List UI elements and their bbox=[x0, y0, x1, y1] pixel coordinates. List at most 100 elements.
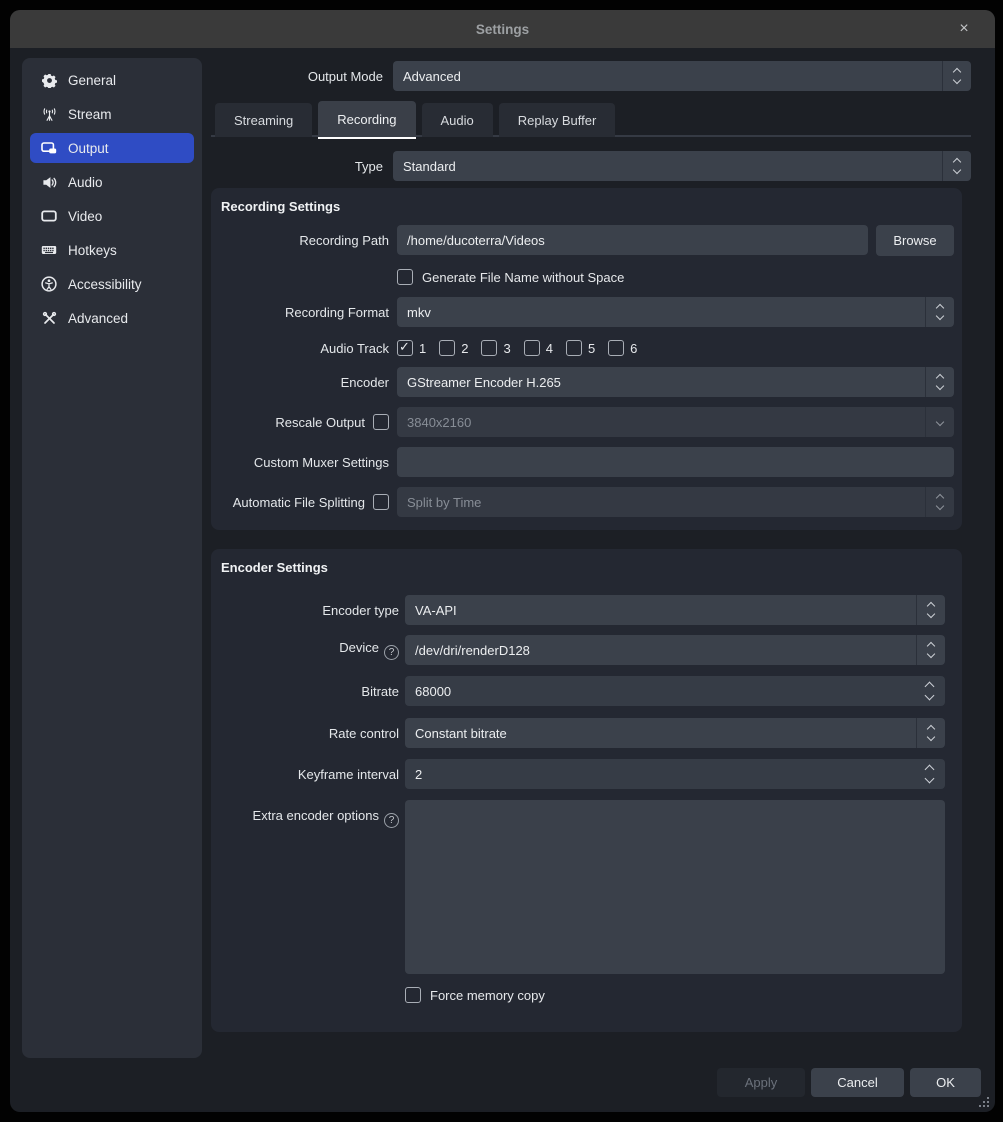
recording-path-row: Recording Path Browse bbox=[221, 225, 954, 256]
keyframe-interval-value: 2 bbox=[415, 767, 422, 782]
rescale-resolution-select[interactable]: 3840x2160 bbox=[397, 407, 954, 437]
window-title: Settings bbox=[476, 22, 529, 37]
extra-options-row: Extra encoder options? bbox=[221, 800, 945, 974]
tab-replay-buffer[interactable]: Replay Buffer bbox=[499, 103, 616, 137]
titlebar: Settings × bbox=[10, 10, 995, 48]
generate-no-space-checkbox[interactable] bbox=[397, 269, 413, 285]
audio-track-1-checkbox[interactable] bbox=[397, 340, 413, 356]
custom-muxer-label: Custom Muxer Settings bbox=[221, 455, 389, 470]
browse-button[interactable]: Browse bbox=[876, 225, 954, 256]
extra-options-label: Extra encoder options? bbox=[221, 800, 399, 828]
monitor-icon bbox=[41, 208, 57, 224]
keyframe-interval-label: Keyframe interval bbox=[221, 767, 399, 782]
audio-track-6-label: 6 bbox=[630, 341, 637, 356]
rate-control-row: Rate control Constant bitrate bbox=[221, 718, 945, 748]
encoder-type-label: Encoder type bbox=[221, 603, 399, 618]
tab-audio[interactable]: Audio bbox=[422, 103, 493, 137]
rescale-output-label: Rescale Output bbox=[275, 415, 365, 430]
sidebar-item-label: Video bbox=[68, 209, 102, 224]
force-memory-copy-row: Force memory copy bbox=[221, 987, 945, 1003]
sidebar-item-output[interactable]: Output bbox=[30, 133, 194, 163]
sidebar-item-label: Advanced bbox=[68, 311, 128, 326]
audio-track-row: Audio Track 1 2 3 4 5 6 bbox=[221, 340, 954, 356]
force-memory-copy-label: Force memory copy bbox=[430, 988, 545, 1003]
keyframe-interval-row: Keyframe interval 2 bbox=[221, 759, 945, 789]
encoder-row: Encoder GStreamer Encoder H.265 bbox=[221, 367, 954, 397]
chevron-updown-icon bbox=[916, 635, 945, 665]
keyframe-interval-spinner[interactable]: 2 bbox=[405, 759, 945, 789]
antenna-icon bbox=[41, 106, 57, 122]
type-select[interactable]: Standard bbox=[393, 151, 971, 181]
device-label: Device? bbox=[221, 640, 399, 660]
sidebar-item-accessibility[interactable]: Accessibility bbox=[30, 269, 194, 299]
audio-track-5-checkbox[interactable] bbox=[566, 340, 582, 356]
sidebar-item-label: Hotkeys bbox=[68, 243, 117, 258]
rescale-output-checkbox[interactable] bbox=[373, 414, 389, 430]
custom-muxer-row: Custom Muxer Settings bbox=[221, 447, 954, 477]
tools-icon bbox=[41, 310, 57, 326]
generate-no-space-row: Generate File Name without Space bbox=[221, 269, 954, 285]
audio-track-3-checkbox[interactable] bbox=[481, 340, 497, 356]
help-icon[interactable]: ? bbox=[384, 813, 399, 828]
bitrate-value: 68000 bbox=[415, 684, 451, 699]
force-memory-copy-checkbox[interactable] bbox=[405, 987, 421, 1003]
chevron-updown-icon bbox=[925, 297, 954, 327]
file-splitting-select[interactable]: Split by Time bbox=[397, 487, 954, 517]
encoder-label: Encoder bbox=[221, 375, 389, 390]
bitrate-spinner[interactable]: 68000 bbox=[405, 676, 945, 706]
cancel-button[interactable]: Cancel bbox=[811, 1068, 904, 1097]
audio-track-6-checkbox[interactable] bbox=[608, 340, 624, 356]
apply-button[interactable]: Apply bbox=[717, 1068, 805, 1097]
audio-track-2-label: 2 bbox=[461, 341, 468, 356]
encoder-type-value: VA-API bbox=[415, 603, 457, 618]
encoder-settings-panel: Encoder Settings Encoder type VA-API Dev… bbox=[211, 549, 962, 1032]
file-splitting-checkbox[interactable] bbox=[373, 494, 389, 510]
output-mode-value: Advanced bbox=[403, 69, 461, 84]
audio-track-2-checkbox[interactable] bbox=[439, 340, 455, 356]
sidebar-item-general[interactable]: General bbox=[30, 65, 194, 95]
recording-path-input[interactable] bbox=[397, 225, 868, 255]
sidebar-item-label: Output bbox=[68, 141, 109, 156]
audio-track-label: Audio Track bbox=[221, 341, 389, 356]
sidebar-item-stream[interactable]: Stream bbox=[30, 99, 194, 129]
device-select[interactable]: /dev/dri/renderD128 bbox=[405, 635, 945, 665]
sidebar-item-video[interactable]: Video bbox=[30, 201, 194, 231]
encoder-value: GStreamer Encoder H.265 bbox=[407, 375, 561, 390]
rescale-resolution-value: 3840x2160 bbox=[407, 415, 471, 430]
sidebar-item-hotkeys[interactable]: Hotkeys bbox=[30, 235, 194, 265]
device-value: /dev/dri/renderD128 bbox=[415, 643, 530, 658]
close-icon[interactable]: × bbox=[949, 10, 979, 48]
tab-recording[interactable]: Recording bbox=[318, 101, 415, 137]
keyboard-icon bbox=[41, 242, 57, 258]
rate-control-value: Constant bitrate bbox=[415, 726, 507, 741]
resize-grip[interactable] bbox=[979, 1097, 991, 1109]
spin-down-icon[interactable] bbox=[925, 691, 935, 701]
encoder-select[interactable]: GStreamer Encoder H.265 bbox=[397, 367, 954, 397]
output-mode-select[interactable]: Advanced bbox=[393, 61, 971, 91]
generate-no-space-label: Generate File Name without Space bbox=[422, 270, 624, 285]
recording-format-row: Recording Format mkv bbox=[221, 297, 954, 327]
recording-format-label: Recording Format bbox=[221, 305, 389, 320]
chevron-down-icon bbox=[925, 407, 954, 437]
encoder-type-select[interactable]: VA-API bbox=[405, 595, 945, 625]
dialog-footer: Apply Cancel OK bbox=[717, 1068, 981, 1097]
custom-muxer-input[interactable] bbox=[397, 447, 954, 477]
chevron-updown-icon bbox=[942, 151, 971, 181]
sidebar-item-audio[interactable]: Audio bbox=[30, 167, 194, 197]
extra-options-textarea[interactable] bbox=[405, 800, 945, 974]
spin-down-icon[interactable] bbox=[925, 774, 935, 784]
tab-streaming[interactable]: Streaming bbox=[215, 103, 312, 137]
speaker-icon bbox=[41, 174, 57, 190]
type-label: Type bbox=[211, 159, 383, 174]
rate-control-select[interactable]: Constant bitrate bbox=[405, 718, 945, 748]
sidebar-item-advanced[interactable]: Advanced bbox=[30, 303, 194, 333]
bitrate-label: Bitrate bbox=[221, 684, 399, 699]
audio-track-4-checkbox[interactable] bbox=[524, 340, 540, 356]
main-content: Output Mode Advanced Streaming Recording… bbox=[211, 61, 971, 1032]
ok-button[interactable]: OK bbox=[910, 1068, 981, 1097]
chevron-updown-icon bbox=[916, 718, 945, 748]
recording-format-select[interactable]: mkv bbox=[397, 297, 954, 327]
output-icon bbox=[41, 140, 57, 156]
help-icon[interactable]: ? bbox=[384, 645, 399, 660]
sidebar-item-label: Accessibility bbox=[68, 277, 142, 292]
